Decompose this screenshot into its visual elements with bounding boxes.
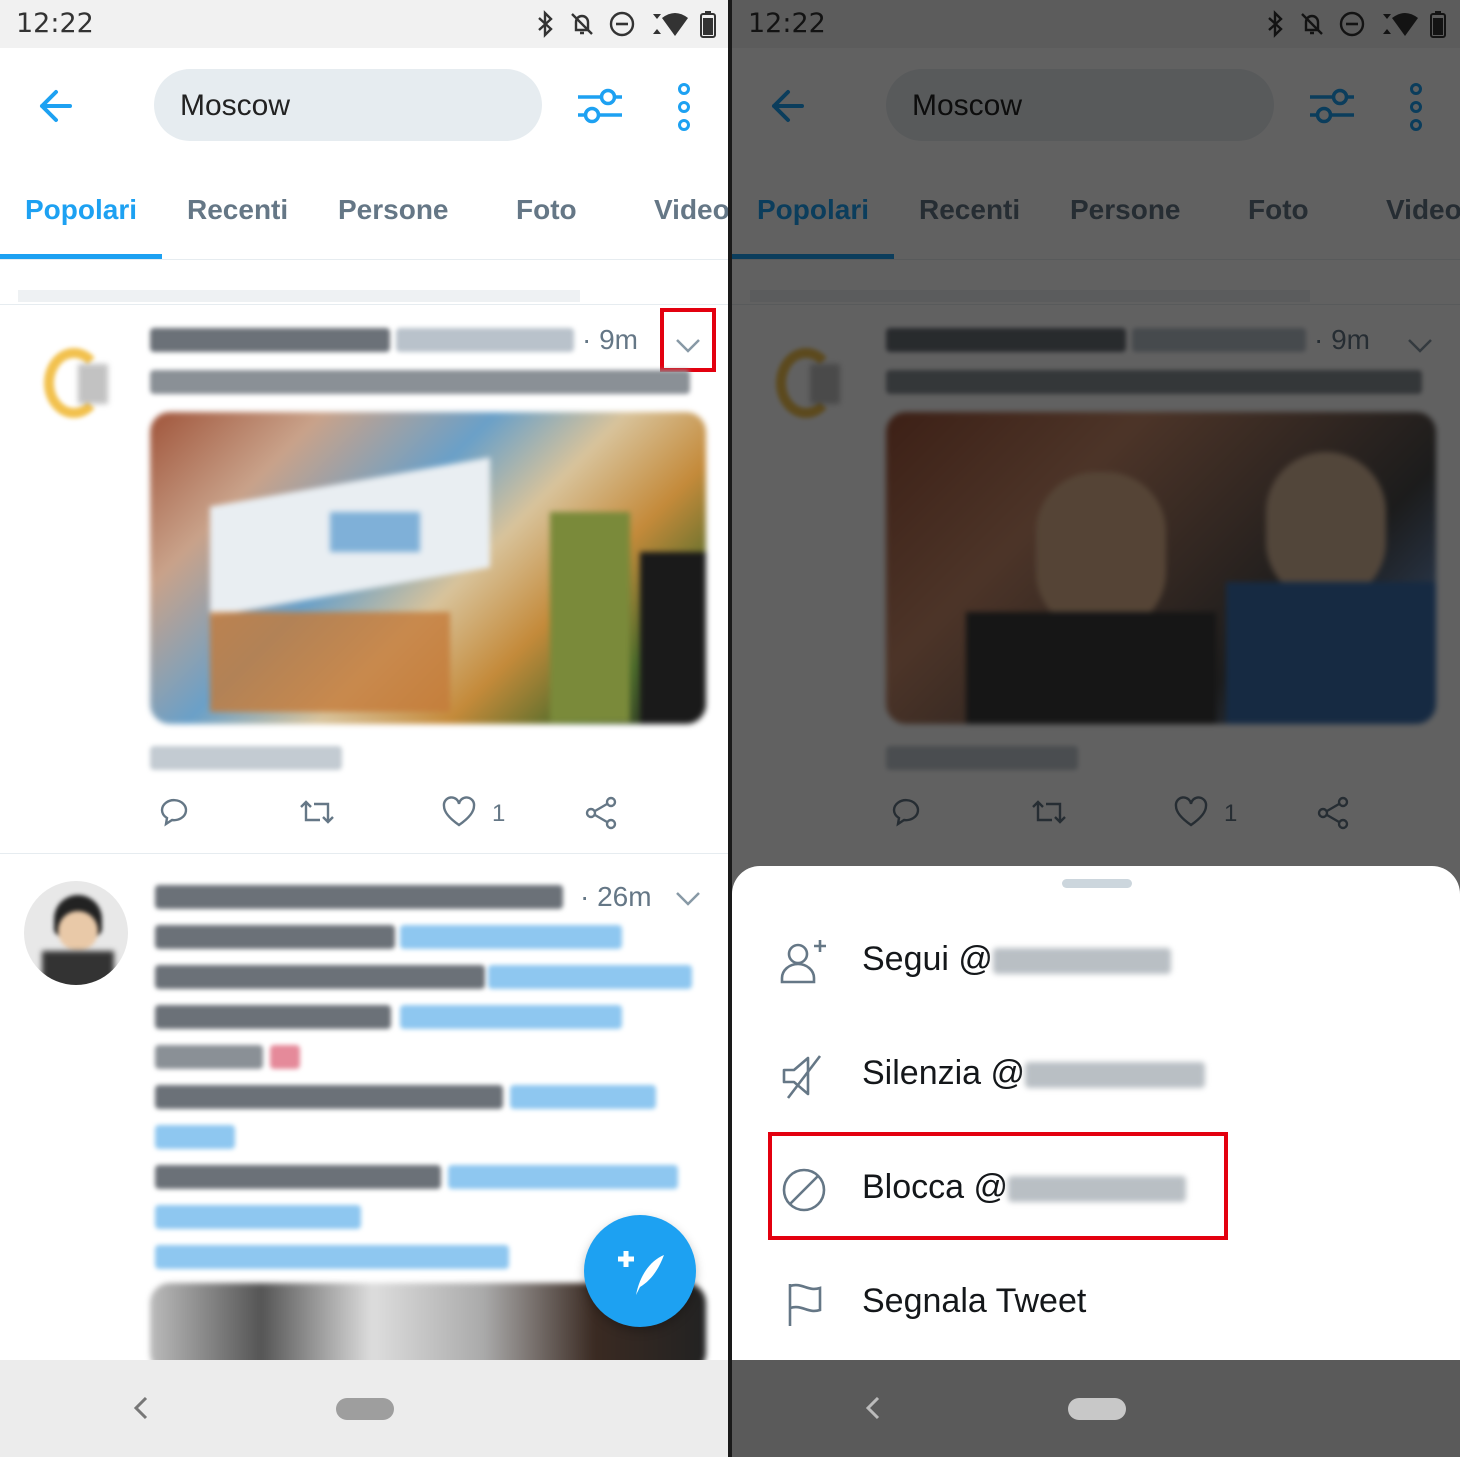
overflow-menu-button[interactable] [672,82,696,132]
search-screen-left: 12:22 Moscow Popolari Recenti Persone Fo… [0,0,730,1457]
tweet-media-image[interactable] [150,412,706,724]
tweet-link[interactable] [400,925,622,949]
status-bar: 12:22 [0,0,730,48]
author-name [150,328,390,352]
tweet-text [155,1085,503,1109]
menu-item-label: Silenzia @ [862,1054,1206,1093]
nav-home-pill[interactable] [336,1398,394,1420]
status-time: 12:22 [16,8,94,39]
arrow-left-icon [40,90,72,122]
tweet-text [150,370,690,394]
tweet-text [155,965,485,989]
tweet-link[interactable] [400,1005,622,1029]
author-handle [396,328,574,352]
tweet-text [155,1165,441,1189]
menu-item-label: Segnala Tweet [862,1282,1087,1320]
tab-foto[interactable]: Foto [516,194,577,226]
highlight-box [768,1132,1228,1240]
tweet-hashtag[interactable] [155,1245,509,1269]
add-person-icon [780,940,826,984]
bluetooth-icon [538,10,553,38]
tab-video[interactable]: Video [654,194,730,226]
redacted-handle [1025,1062,1206,1089]
tweet-card[interactable]: · 9m 1 [0,306,730,854]
nav-home-pill[interactable] [1068,1398,1126,1420]
tweet-hashtags [150,746,342,770]
chevron-down-icon[interactable] [674,889,702,909]
tweet-text [155,1005,391,1029]
battery-icon [700,11,716,38]
mute-icon [782,1055,822,1099]
tweet-link[interactable] [448,1165,678,1189]
menu-item-label: Segui @ [862,940,1171,979]
highlight-box [660,308,716,372]
compose-feather-icon [618,1251,664,1295]
tweet-text [155,925,395,949]
like-icon[interactable] [442,796,476,828]
menu-item-follow[interactable]: Segui @ [732,912,1460,1008]
avatar[interactable] [24,881,128,985]
share-icon[interactable] [584,796,618,830]
compose-tweet-button[interactable] [584,1215,696,1327]
menu-item-mute[interactable]: Silenzia @ [732,1026,1460,1122]
do-not-disturb-icon [609,11,635,37]
system-nav-bar [732,1360,1460,1457]
tweet-link[interactable] [510,1085,656,1109]
wifi-icon [653,13,688,36]
redacted-handle [992,948,1171,975]
status-icons [536,10,716,38]
tweet-options-sheet: Segui @ Silenzia @ Blocca @ Segnala Twee… [732,866,1460,1360]
tab-popolari[interactable]: Popolari [25,194,137,226]
tweet-time: · 26m [580,881,652,912]
menu-label-text: Segui @ [862,940,993,978]
search-screen-right: 12:22 Moscow Popolari Recenti Persone Fo… [732,0,1460,1457]
nav-back-icon[interactable] [864,1394,882,1422]
notifications-off-icon [571,13,593,35]
feed-gap [0,260,730,306]
system-nav-bar [0,1360,730,1457]
sliders-icon [578,88,622,124]
menu-label-text: Silenzia @ [862,1054,1026,1092]
like-count: 1 [492,800,506,827]
tweet-link[interactable] [155,1125,235,1149]
search-input[interactable]: Moscow [154,69,542,141]
menu-item-report[interactable]: Segnala Tweet [732,1254,1460,1350]
tweet-time: · 9m [582,324,638,355]
emoji [270,1045,300,1069]
nav-back-icon[interactable] [132,1394,150,1422]
back-button[interactable] [32,84,82,128]
tweet-link[interactable] [488,965,692,989]
search-top-bar: Moscow [0,48,730,166]
author-name [155,885,563,909]
sheet-drag-handle[interactable] [1062,879,1132,888]
search-query: Moscow [180,89,291,122]
retweet-icon[interactable] [298,796,336,828]
tab-recenti[interactable]: Recenti [187,194,288,226]
search-filter-button[interactable] [576,84,624,128]
more-vertical-icon [678,83,690,131]
tweet-hashtag[interactable] [155,1205,361,1229]
flag-icon [788,1283,822,1326]
tweet-actions: 1 [0,796,730,836]
search-tabs: Popolari Recenti Persone Foto Video [0,166,730,260]
avatar[interactable] [24,330,128,434]
tweet-text [155,1045,263,1069]
active-tab-indicator [0,254,162,259]
reply-icon[interactable] [158,796,190,828]
tab-persone[interactable]: Persone [338,194,449,226]
